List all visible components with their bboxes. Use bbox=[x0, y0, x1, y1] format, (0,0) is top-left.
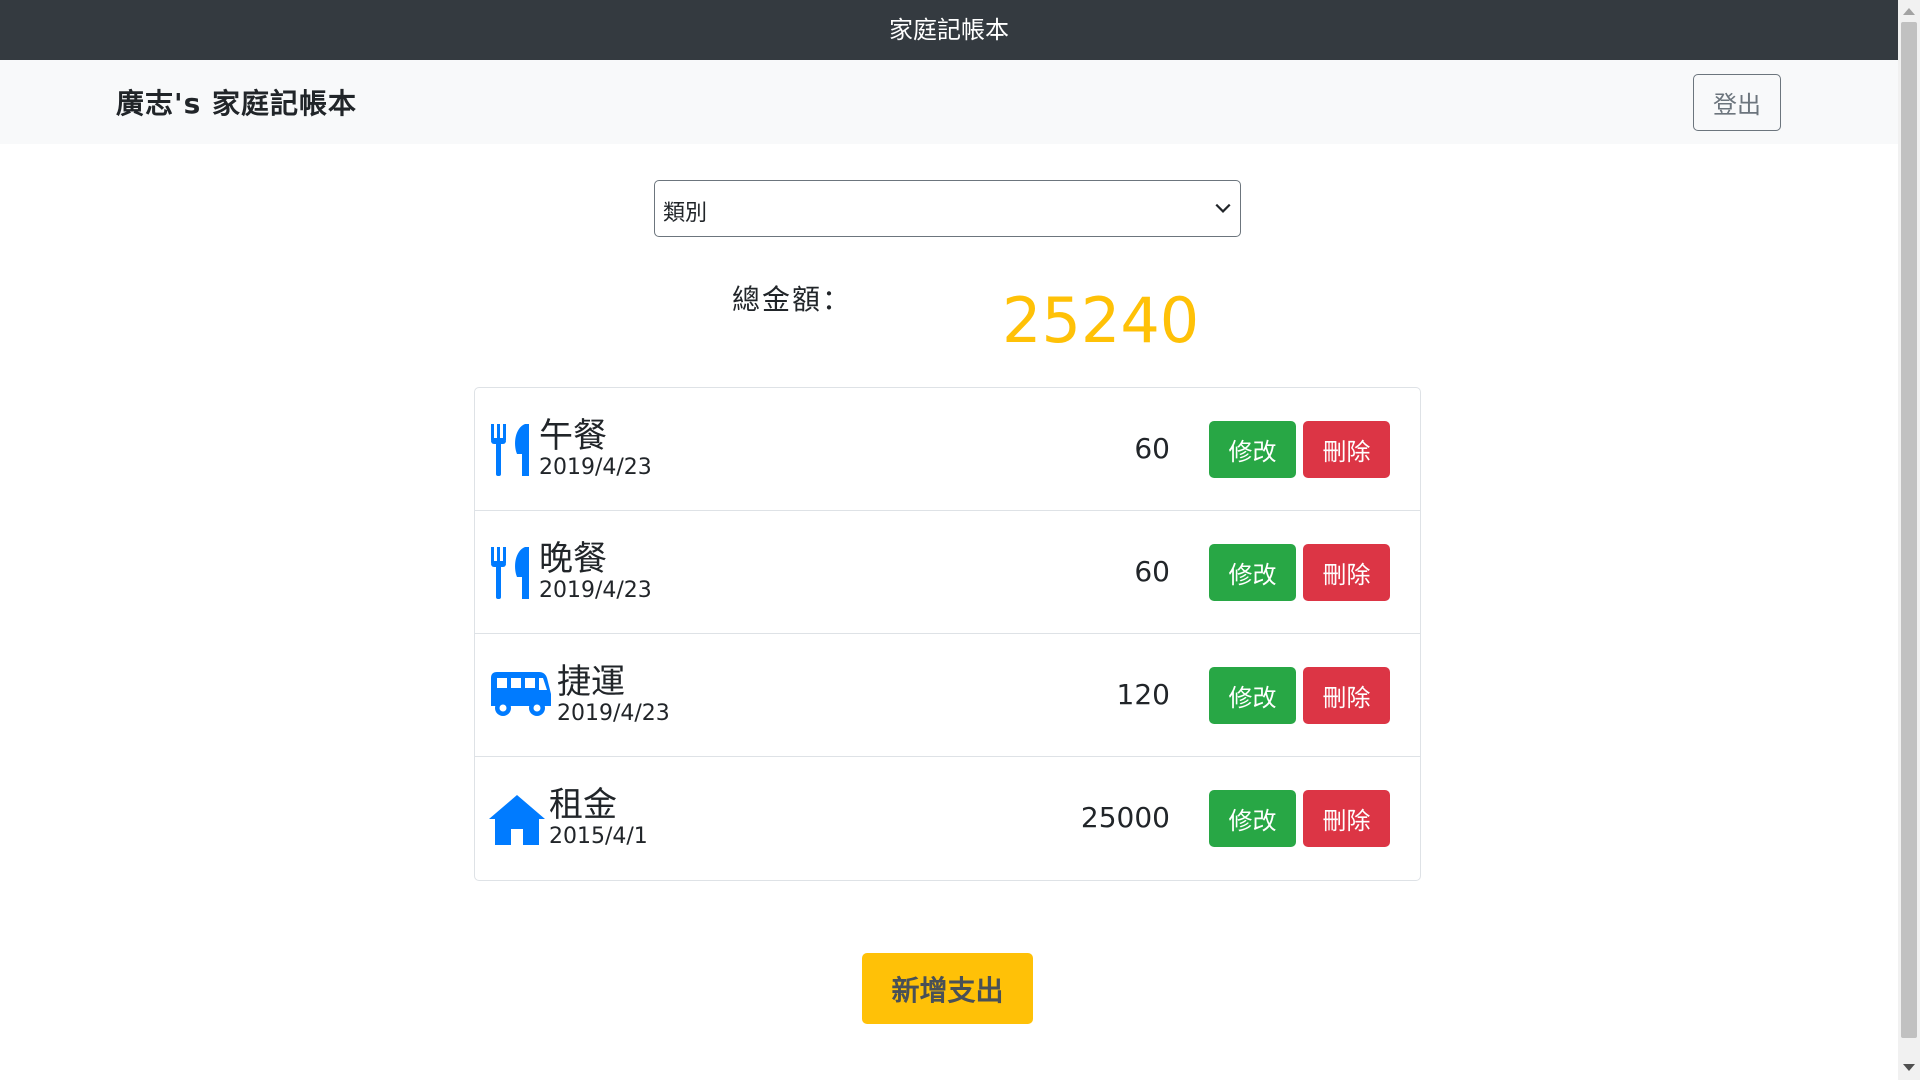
app-title-bar: 家庭記帳本 bbox=[0, 0, 1898, 60]
item-name: 捷運 bbox=[557, 662, 625, 702]
delete-button[interactable]: 刪除 bbox=[1303, 667, 1390, 724]
scrollbar[interactable] bbox=[1898, 0, 1920, 1080]
item-name: 租金 bbox=[549, 785, 617, 825]
item-amount: 60 bbox=[1134, 555, 1170, 588]
delete-button[interactable]: 刪除 bbox=[1303, 544, 1390, 601]
add-expense-button[interactable]: 新增支出 bbox=[862, 953, 1033, 1024]
total-amount: 25240 bbox=[1002, 284, 1200, 357]
category-select[interactable]: 類別 bbox=[654, 180, 1241, 237]
item-amount: 60 bbox=[1134, 432, 1170, 465]
edit-button[interactable]: 修改 bbox=[1209, 421, 1296, 478]
delete-button[interactable]: 刪除 bbox=[1303, 421, 1390, 478]
edit-button[interactable]: 修改 bbox=[1209, 790, 1296, 847]
expense-list: 午餐 2019/4/23 60 修改 刪除 晚餐 2019/4/23 60 修改… bbox=[474, 387, 1421, 881]
list-item: 捷運 2019/4/23 120 修改 刪除 bbox=[475, 634, 1420, 757]
brand-title[interactable]: 廣志's 家庭記帳本 bbox=[116, 82, 357, 122]
item-name: 晚餐 bbox=[539, 539, 607, 579]
utensils-icon bbox=[491, 547, 529, 599]
scroll-thumb[interactable] bbox=[1901, 22, 1917, 1038]
edit-button[interactable]: 修改 bbox=[1209, 667, 1296, 724]
app-title: 家庭記帳本 bbox=[889, 16, 1009, 44]
delete-button[interactable]: 刪除 bbox=[1303, 790, 1390, 847]
item-date: 2019/4/23 bbox=[539, 455, 652, 480]
item-amount: 25000 bbox=[1080, 801, 1170, 834]
chevron-down-icon bbox=[1215, 203, 1231, 213]
list-item: 租金 2015/4/1 25000 修改 刪除 bbox=[475, 757, 1420, 880]
edit-button[interactable]: 修改 bbox=[1209, 544, 1296, 601]
list-item: 午餐 2019/4/23 60 修改 刪除 bbox=[475, 388, 1420, 511]
item-name: 午餐 bbox=[539, 416, 607, 456]
logout-button[interactable]: 登出 bbox=[1693, 74, 1781, 131]
navbar: 廣志's 家庭記帳本 登出 bbox=[0, 60, 1898, 144]
item-date: 2019/4/23 bbox=[557, 701, 670, 726]
utensils-icon bbox=[491, 424, 529, 476]
item-date: 2019/4/23 bbox=[539, 578, 652, 603]
scroll-up-icon[interactable] bbox=[1903, 8, 1915, 15]
total-label: 總金額： bbox=[732, 283, 853, 316]
item-date: 2015/4/1 bbox=[549, 824, 648, 849]
list-item: 晚餐 2019/4/23 60 修改 刪除 bbox=[475, 511, 1420, 634]
item-amount: 120 bbox=[1116, 678, 1170, 711]
home-icon bbox=[489, 795, 545, 845]
scroll-down-icon[interactable] bbox=[1903, 1064, 1915, 1071]
bus-icon bbox=[491, 672, 551, 716]
category-select-value: 類別 bbox=[663, 201, 708, 226]
